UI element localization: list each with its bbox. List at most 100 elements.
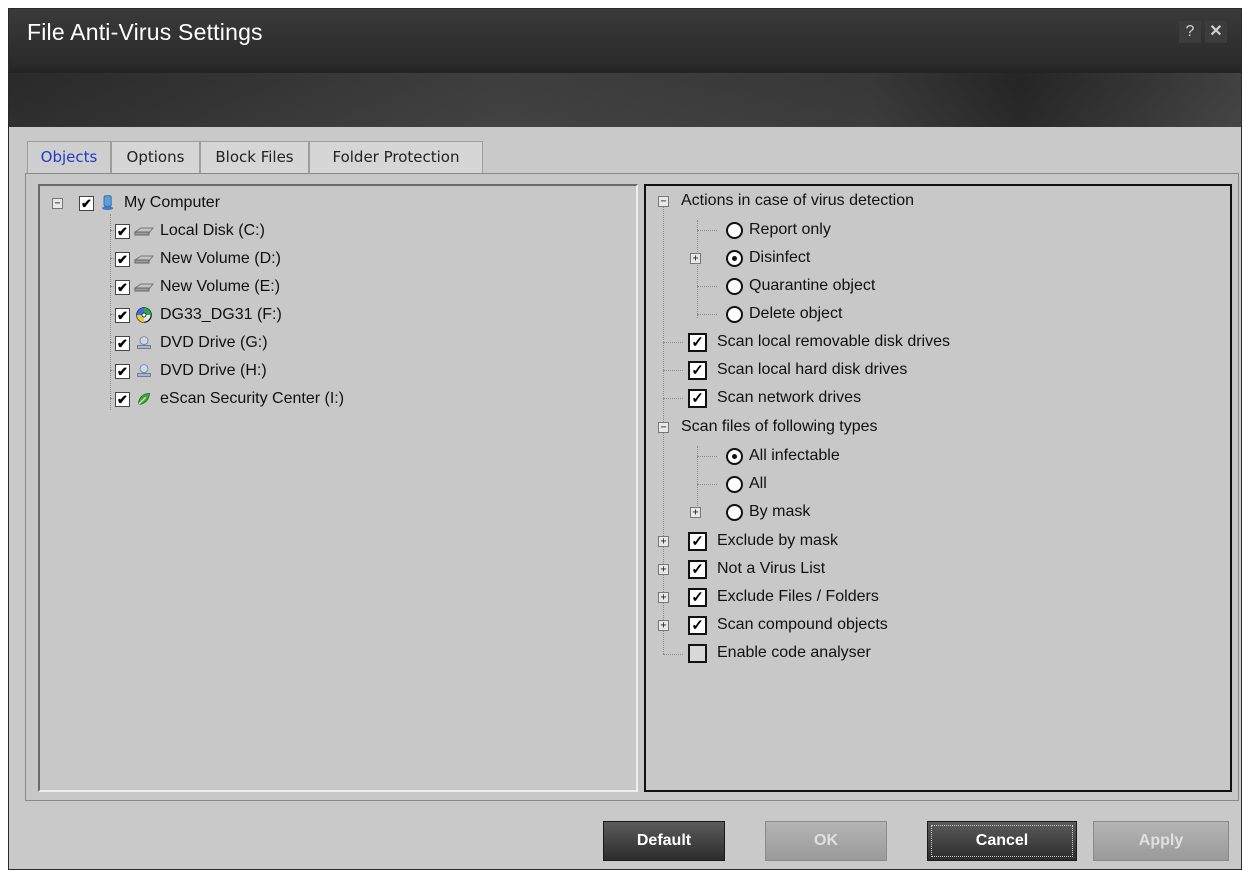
drive-d-checkbox[interactable]: ✔ bbox=[115, 251, 130, 267]
radio-label: Delete object bbox=[749, 305, 843, 322]
tree-item-label: DVD Drive (H:) bbox=[160, 362, 267, 379]
tree-item-drive-c[interactable]: ✔ Local Disk (C:) bbox=[115, 220, 265, 242]
tree-item-label: DVD Drive (G:) bbox=[160, 334, 268, 351]
radio-button[interactable] bbox=[726, 221, 743, 239]
radio-quarantine[interactable]: Quarantine object bbox=[726, 275, 875, 297]
tree-item-label: eScan Security Center (I:) bbox=[160, 390, 345, 407]
radio-button[interactable] bbox=[726, 475, 743, 493]
radio-button[interactable] bbox=[726, 447, 743, 465]
drive-g-checkbox[interactable]: ✔ bbox=[115, 335, 130, 351]
checkbox[interactable]: ✓ bbox=[688, 587, 707, 607]
radio-report-only[interactable]: Report only bbox=[726, 219, 831, 241]
drive-c-checkbox[interactable]: ✔ bbox=[115, 223, 130, 239]
objects-tree[interactable]: − ✔ My Computer ✔ Local Disk (C:) ✔ New … bbox=[38, 184, 638, 792]
hard-disk-icon bbox=[134, 255, 154, 264]
ok-button[interactable]: OK bbox=[765, 821, 887, 861]
title-bar: File Anti-Virus Settings ? ✕ bbox=[9, 9, 1241, 127]
cancel-button[interactable]: Cancel bbox=[927, 821, 1077, 861]
dvd-drive-icon bbox=[137, 364, 151, 377]
checkbox-scan-compound[interactable]: + ✓ Scan compound objects bbox=[658, 614, 888, 636]
radio-button[interactable] bbox=[726, 503, 743, 521]
checkbox[interactable]: ✓ bbox=[688, 332, 707, 352]
radio-label: Report only bbox=[749, 221, 831, 238]
group-actions[interactable]: − Actions in case of virus detection bbox=[658, 190, 914, 212]
settings-tree[interactable]: − Actions in case of virus detection Rep… bbox=[644, 184, 1232, 792]
tree-item-drive-h[interactable]: ✔ DVD Drive (H:) bbox=[115, 360, 267, 382]
tree-item-drive-g[interactable]: ✔ DVD Drive (G:) bbox=[115, 332, 268, 354]
tab-options[interactable]: Options bbox=[111, 141, 200, 173]
drive-i-checkbox[interactable]: ✔ bbox=[115, 391, 130, 407]
checkbox-label: Exclude Files / Folders bbox=[717, 588, 879, 605]
tree-item-drive-f[interactable]: ✔ DG33_DG31 (F:) bbox=[115, 304, 282, 326]
checkbox[interactable]: ✓ bbox=[688, 360, 707, 380]
tab-block-files[interactable]: Block Files bbox=[200, 141, 309, 173]
checkbox-enable-code-analyser[interactable]: Enable code analyser bbox=[688, 642, 871, 664]
checkbox[interactable]: ✓ bbox=[688, 531, 707, 551]
help-icon[interactable]: ? bbox=[1179, 21, 1201, 43]
tree-item-label: DG33_DG31 (F:) bbox=[160, 306, 282, 323]
radio-button[interactable] bbox=[726, 249, 743, 267]
tree-item-my-computer[interactable]: − ✔ My Computer bbox=[52, 192, 220, 214]
expand-toggle[interactable]: + bbox=[658, 563, 669, 575]
expand-toggle[interactable]: + bbox=[690, 252, 701, 264]
drive-f-checkbox[interactable]: ✔ bbox=[115, 307, 130, 323]
hard-disk-icon bbox=[134, 227, 154, 236]
radio-all[interactable]: All bbox=[726, 473, 767, 495]
checkbox[interactable] bbox=[688, 643, 707, 663]
drive-h-checkbox[interactable]: ✔ bbox=[115, 363, 130, 379]
checkbox-not-a-virus-list[interactable]: + ✓ Not a Virus List bbox=[658, 558, 825, 580]
radio-label: Disinfect bbox=[749, 249, 811, 266]
tree-item-label: New Volume (D:) bbox=[160, 250, 281, 267]
radio-button[interactable] bbox=[726, 305, 743, 323]
expand-toggle[interactable]: + bbox=[658, 535, 669, 547]
checkbox-scan-network[interactable]: ✓ Scan network drives bbox=[688, 387, 861, 409]
checkbox-label: Scan compound objects bbox=[717, 616, 888, 633]
radio-by-mask[interactable]: + By mask bbox=[690, 501, 810, 523]
checkbox-scan-hard-disk[interactable]: ✓ Scan local hard disk drives bbox=[688, 359, 907, 381]
window-title: File Anti-Virus Settings bbox=[27, 19, 263, 45]
checkbox-label: Scan network drives bbox=[717, 389, 862, 406]
close-icon[interactable]: ✕ bbox=[1205, 21, 1227, 43]
checkbox-exclude-by-mask[interactable]: + ✓ Exclude by mask bbox=[658, 530, 838, 552]
checkbox[interactable]: ✓ bbox=[688, 559, 707, 579]
checkbox-label: Enable code analyser bbox=[717, 644, 871, 661]
checkbox-label: Not a Virus List bbox=[717, 560, 826, 577]
radio-label: By mask bbox=[749, 503, 811, 520]
my-computer-checkbox[interactable]: ✔ bbox=[79, 195, 94, 211]
tree-item-drive-i[interactable]: ✔ eScan Security Center (I:) bbox=[115, 388, 344, 410]
default-button[interactable]: Default bbox=[603, 821, 725, 861]
tree-item-label: My Computer bbox=[124, 194, 221, 211]
tree-item-label: New Volume (E:) bbox=[160, 278, 281, 295]
tab-objects[interactable]: Objects bbox=[27, 141, 111, 175]
tree-item-drive-d[interactable]: ✔ New Volume (D:) bbox=[115, 248, 281, 270]
radio-button[interactable] bbox=[726, 277, 743, 295]
expand-toggle[interactable]: + bbox=[658, 619, 669, 631]
collapse-toggle[interactable]: − bbox=[658, 195, 669, 207]
expand-toggle[interactable]: + bbox=[658, 591, 669, 603]
radio-all-infectable[interactable]: All infectable bbox=[726, 445, 840, 467]
radio-delete[interactable]: Delete object bbox=[726, 303, 842, 325]
tree-item-label: Local Disk (C:) bbox=[160, 222, 265, 239]
cd-disc-icon bbox=[136, 307, 152, 323]
checkbox-label: Scan local hard disk drives bbox=[717, 361, 908, 378]
tab-folder-protection[interactable]: Folder Protection bbox=[309, 141, 483, 173]
expand-toggle[interactable]: + bbox=[690, 506, 701, 518]
group-actions-label: Actions in case of virus detection bbox=[681, 192, 915, 209]
checkbox[interactable]: ✓ bbox=[688, 388, 707, 408]
checkbox-exclude-files-folders[interactable]: + ✓ Exclude Files / Folders bbox=[658, 586, 879, 608]
radio-disinfect[interactable]: + Disinfect bbox=[690, 247, 810, 269]
tab-panel: − ✔ My Computer ✔ Local Disk (C:) ✔ New … bbox=[25, 173, 1239, 801]
tree-item-drive-e[interactable]: ✔ New Volume (E:) bbox=[115, 276, 280, 298]
collapse-toggle[interactable]: − bbox=[52, 197, 63, 209]
radio-label: Quarantine object bbox=[749, 277, 876, 294]
checkbox[interactable]: ✓ bbox=[688, 615, 707, 635]
collapse-toggle[interactable]: − bbox=[658, 421, 669, 433]
dvd-drive-icon bbox=[137, 336, 151, 349]
radio-label: All bbox=[749, 475, 767, 492]
checkbox-scan-removable[interactable]: ✓ Scan local removable disk drives bbox=[688, 331, 950, 353]
group-file-types[interactable]: − Scan files of following types bbox=[658, 416, 878, 438]
hard-disk-icon bbox=[134, 283, 154, 292]
checkbox-label: Scan local removable disk drives bbox=[717, 333, 950, 350]
apply-button[interactable]: Apply bbox=[1093, 821, 1229, 861]
drive-e-checkbox[interactable]: ✔ bbox=[115, 279, 130, 295]
